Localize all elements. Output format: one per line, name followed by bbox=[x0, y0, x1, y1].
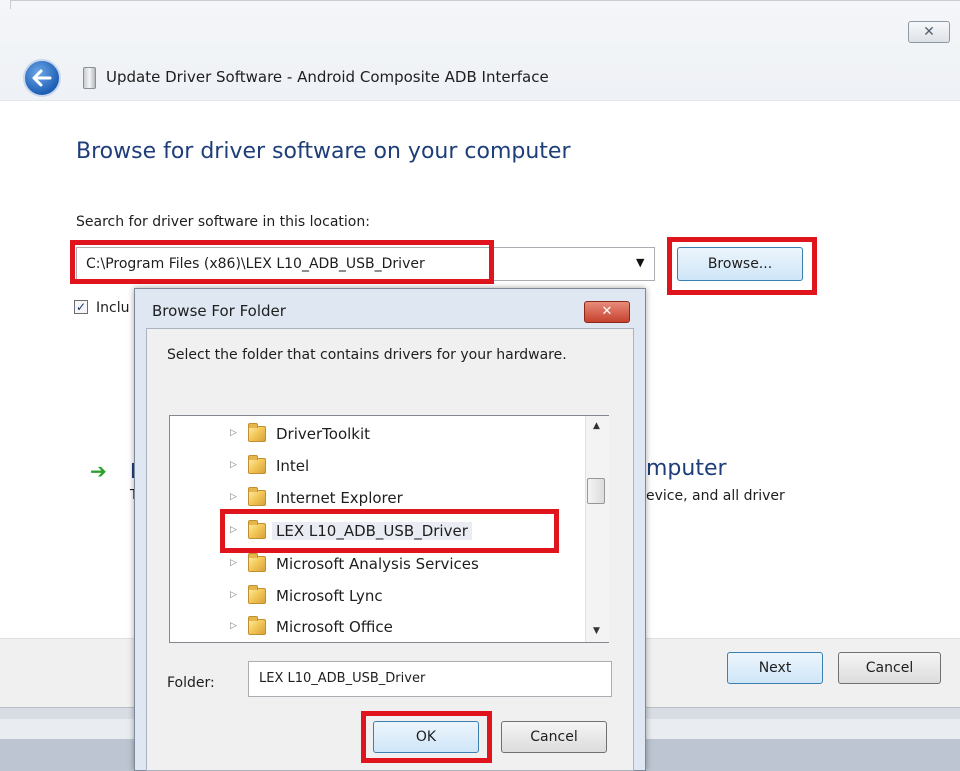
tree-item[interactable]: ▷ Microsoft Analysis Services bbox=[170, 550, 584, 580]
expand-arrow-icon[interactable]: ▷ bbox=[230, 621, 237, 631]
search-location-label: Search for driver software in this locat… bbox=[76, 214, 370, 230]
chevron-down-icon[interactable]: ▼ bbox=[636, 256, 644, 269]
tree-item-label[interactable]: Microsoft Office bbox=[276, 618, 393, 636]
tree-item-label[interactable]: Intel bbox=[276, 457, 309, 475]
tree-item-label[interactable]: Microsoft Lync bbox=[276, 587, 383, 605]
tree-item[interactable]: ▷ DriverToolkit bbox=[170, 420, 584, 450]
folder-field[interactable]: LEX L10_ADB_USB_Driver bbox=[248, 661, 612, 697]
back-arrow-icon bbox=[32, 69, 52, 87]
next-button[interactable]: Next bbox=[727, 652, 823, 684]
cancel-button[interactable]: Cancel bbox=[838, 652, 941, 684]
highlight-box-browse bbox=[667, 237, 817, 295]
window-frame-edge bbox=[10, 0, 960, 9]
window-title: Update Driver Software - Android Composi… bbox=[106, 68, 549, 86]
expand-arrow-icon[interactable]: ▷ bbox=[230, 428, 237, 438]
folder-icon bbox=[248, 487, 266, 506]
highlight-box-folder bbox=[220, 509, 559, 553]
folder-icon bbox=[248, 423, 266, 442]
tree-item[interactable]: ▷ Intel bbox=[170, 452, 584, 482]
green-arrow-icon: ➔ bbox=[90, 459, 107, 483]
tree-scrollbar[interactable] bbox=[585, 416, 609, 642]
page-heading: Browse for driver software on your compu… bbox=[76, 139, 571, 164]
folder-icon bbox=[248, 553, 266, 572]
folder-icon bbox=[248, 616, 266, 635]
dialog-instruction: Select the folder that contains drivers … bbox=[167, 347, 567, 363]
dialog-title: Browse For Folder bbox=[152, 302, 286, 320]
window-close-button[interactable]: ✕ bbox=[908, 21, 950, 43]
folder-field-label: Folder: bbox=[167, 675, 215, 691]
tree-item-label[interactable]: Internet Explorer bbox=[276, 489, 403, 507]
scroll-up-icon[interactable]: ▲ bbox=[585, 416, 608, 436]
tree-item-label[interactable]: DriverToolkit bbox=[276, 425, 370, 443]
pick-from-list-description-tail: evice, and all driver bbox=[646, 488, 785, 504]
tree-item[interactable]: ▷ Microsoft Lync bbox=[170, 582, 584, 612]
expand-arrow-icon[interactable]: ▷ bbox=[230, 492, 237, 502]
scrollbar-thumb[interactable] bbox=[587, 478, 605, 504]
folder-icon bbox=[248, 455, 266, 474]
tree-item-label[interactable]: Microsoft Analysis Services bbox=[276, 555, 479, 573]
dialog-cancel-button[interactable]: Cancel bbox=[501, 721, 607, 753]
back-button[interactable] bbox=[23, 59, 61, 97]
include-subfolders-label: Inclu bbox=[96, 300, 130, 316]
scroll-down-icon[interactable]: ▼ bbox=[585, 621, 608, 641]
usb-device-icon bbox=[83, 67, 96, 89]
highlight-box-ok bbox=[361, 711, 492, 763]
expand-arrow-icon[interactable]: ▷ bbox=[230, 460, 237, 470]
folder-icon bbox=[248, 585, 266, 604]
expand-arrow-icon[interactable]: ▷ bbox=[230, 590, 237, 600]
expand-arrow-icon[interactable]: ▷ bbox=[230, 558, 237, 568]
tree-item[interactable]: ▷ Microsoft Office bbox=[170, 613, 584, 642]
dialog-close-button[interactable]: ✕ bbox=[584, 301, 630, 323]
pick-from-list-link-tail[interactable]: mputer bbox=[646, 456, 727, 481]
highlight-box-path bbox=[70, 240, 494, 284]
include-subfolders-checkbox[interactable]: ✓ bbox=[74, 300, 88, 314]
